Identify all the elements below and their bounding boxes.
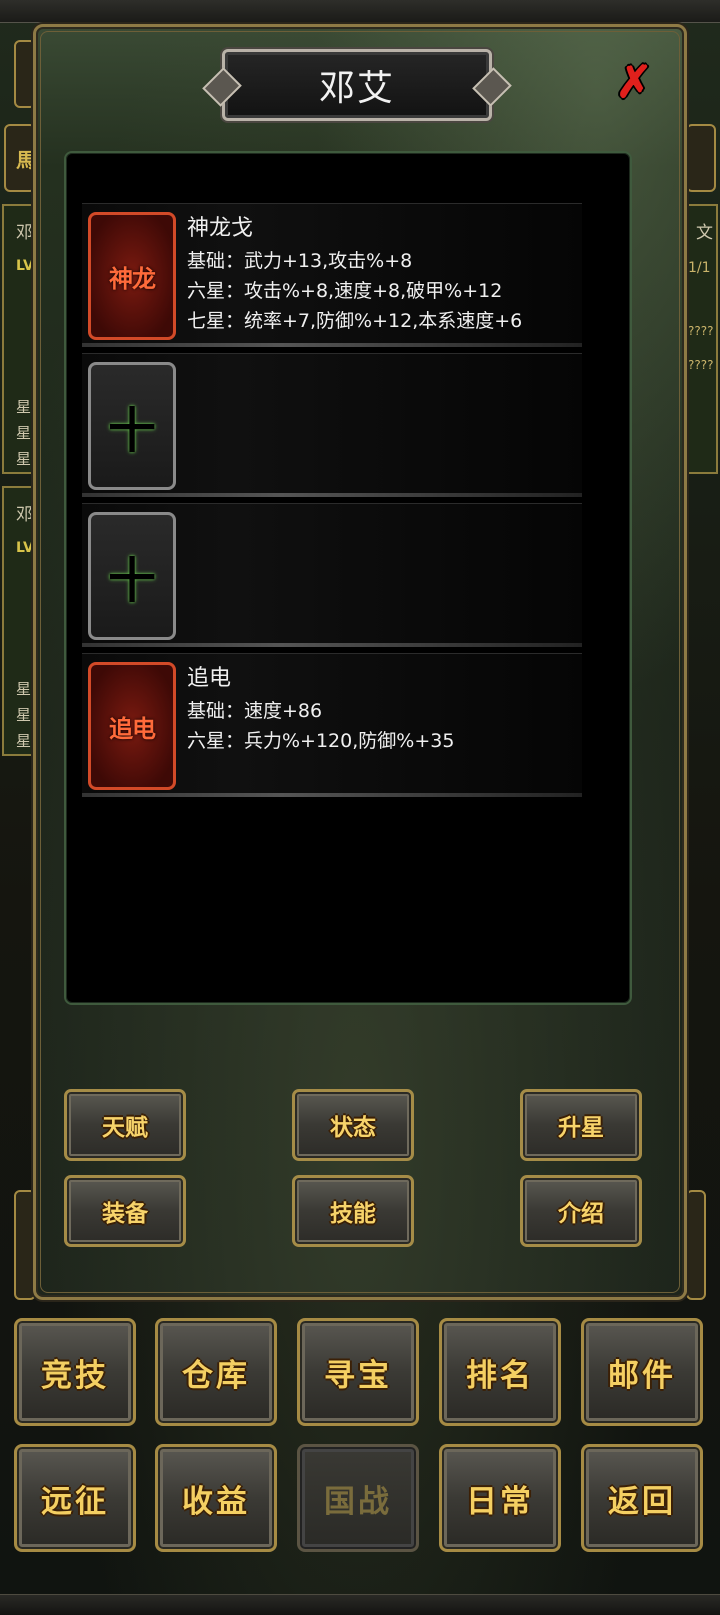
weapon-details: 神龙戈 基础：武力+13,攻击%+8 六星：攻击%+8,速度+8,破甲%+12 …: [187, 212, 522, 336]
nav-label: 排名: [466, 1357, 534, 1394]
background-hero-star: 星: [16, 398, 32, 416]
plus-icon: 十: [107, 403, 156, 459]
row-divider: [82, 793, 582, 797]
status-button-label: 状态: [330, 1114, 376, 1141]
nav-ranking-button[interactable]: 排名: [439, 1318, 561, 1426]
intro-button[interactable]: 介绍: [520, 1175, 642, 1247]
star-up-button[interactable]: 升星: [520, 1089, 642, 1161]
background-hero-star: 星: [16, 424, 32, 442]
modal-title: 邓艾: [318, 68, 395, 109]
nav-label: 竞技: [41, 1357, 109, 1394]
equipment-panel: 神龙 神龙戈 基础：武力+13,攻击%+8 六星：攻击%+8,速度+8,破甲%+…: [64, 151, 632, 1005]
armor-empty-slot[interactable]: 十: [88, 362, 176, 490]
background-hero-star: 星: [16, 732, 32, 750]
background-chip-lower-right: [686, 1190, 706, 1300]
weapon-stat-line: 七星：统率+7,防御%+12,本系速度+6: [187, 310, 523, 332]
star-up-button-label: 升星: [558, 1114, 604, 1141]
background-hero-name: 邓: [16, 223, 33, 243]
background-hero-star: 星: [16, 680, 32, 698]
row-divider: [82, 643, 582, 647]
background-hero-level: LV: [16, 258, 34, 274]
weapon-item-icon[interactable]: 神龙: [88, 212, 176, 340]
background-chip-left: 馬: [4, 124, 36, 192]
mount-details: 追电 基础：速度+86 六星：兵力%+120,防御%+35: [187, 662, 454, 756]
nav-warehouse-button[interactable]: 仓库: [155, 1318, 277, 1426]
nav-label: 收益: [182, 1483, 250, 1520]
background-hero-card-right: 文 1/1 ???? ????: [684, 204, 718, 474]
nav-label: 仓库: [182, 1357, 250, 1394]
status-button[interactable]: 状态: [292, 1089, 414, 1161]
talent-button[interactable]: 天赋: [64, 1089, 186, 1161]
bottom-strip: [0, 1594, 720, 1615]
nav-label: 日常: [466, 1483, 534, 1520]
mount-stat-line: 六星：兵力%+120,防御%+35: [187, 730, 455, 752]
equipment-row-weapon[interactable]: 神龙 神龙戈 基础：武力+13,攻击%+8 六星：攻击%+8,速度+8,破甲%+…: [82, 203, 582, 347]
nav-income-button[interactable]: 收益: [155, 1444, 277, 1552]
equip-button-label: 装备: [102, 1200, 148, 1227]
background-hero-count: 1/1: [688, 260, 711, 276]
mount-item-icon[interactable]: 追电: [88, 662, 176, 790]
weapon-icon-label: 神龙: [109, 263, 156, 293]
background-hero-mask: ????: [688, 324, 714, 338]
intro-button-label: 介绍: [558, 1200, 604, 1227]
equip-button[interactable]: 装备: [64, 1175, 186, 1247]
plus-icon: 十: [107, 553, 156, 609]
row-divider: [82, 493, 582, 497]
nav-daily-button[interactable]: 日常: [439, 1444, 561, 1552]
top-strip: [0, 0, 720, 23]
background-hero-name: 邓: [16, 505, 33, 525]
talent-button-label: 天赋: [102, 1114, 148, 1141]
nav-label: 寻宝: [324, 1357, 392, 1394]
nav-back-button[interactable]: 返回: [581, 1444, 703, 1552]
skill-button[interactable]: 技能: [292, 1175, 414, 1247]
modal-title-plate: 邓艾: [222, 49, 492, 121]
equipment-row-armor-empty[interactable]: 十: [82, 353, 582, 497]
hero-detail-modal: 邓艾 ✗ 神龙 神龙戈 基础：武力+13,攻击%+8 六星：攻击%+8,速度+8…: [33, 24, 687, 1300]
row-divider: [82, 343, 582, 347]
background-hero-mask: ????: [688, 358, 714, 372]
background-hero-name-fragment: 文: [696, 223, 713, 243]
close-x-icon: ✗: [615, 56, 653, 108]
nav-mail-button[interactable]: 邮件: [581, 1318, 703, 1426]
mount-name: 追电: [187, 666, 232, 691]
background-hero-level: LV: [16, 540, 34, 556]
nav-expedition-button[interactable]: 远征: [14, 1444, 136, 1552]
nav-treasure-hunt-button[interactable]: 寻宝: [297, 1318, 419, 1426]
close-button[interactable]: ✗: [613, 56, 655, 108]
weapon-stat-line: 六星：攻击%+8,速度+8,破甲%+12: [187, 280, 503, 302]
weapon-stat-line: 基础：武力+13,攻击%+8: [187, 250, 413, 272]
nav-label: 国战: [324, 1483, 392, 1520]
nav-label: 返回: [608, 1483, 676, 1520]
nav-arena-button[interactable]: 竞技: [14, 1318, 136, 1426]
equipment-row-treasure-empty[interactable]: 十: [82, 503, 582, 647]
nav-label: 邮件: [608, 1357, 676, 1394]
background-chip-right: [686, 124, 716, 192]
nav-national-war-button[interactable]: 国战: [297, 1444, 419, 1552]
nav-label: 远征: [41, 1483, 109, 1520]
background-hero-star: 星: [16, 450, 32, 468]
mount-icon-label: 追电: [109, 713, 156, 743]
mount-stat-line: 基础：速度+86: [187, 700, 323, 722]
weapon-name: 神龙戈: [187, 216, 254, 241]
background-hero-star: 星: [16, 706, 32, 724]
treasure-empty-slot[interactable]: 十: [88, 512, 176, 640]
skill-button-label: 技能: [330, 1200, 376, 1227]
equipment-row-mount[interactable]: 追电 追电 基础：速度+86 六星：兵力%+120,防御%+35: [82, 653, 582, 797]
